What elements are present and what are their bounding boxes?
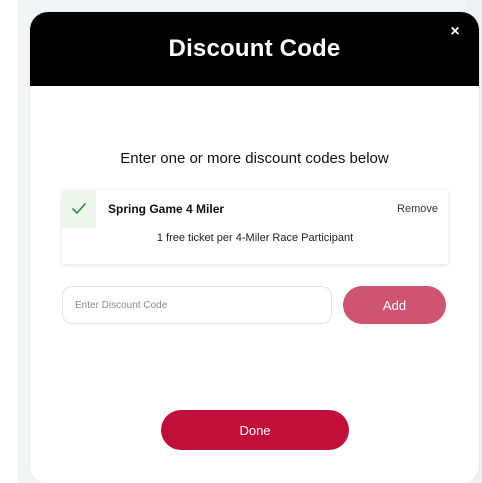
discount-code-input[interactable] (62, 286, 332, 324)
check-icon (62, 190, 96, 228)
modal-header: Discount Code × (30, 12, 479, 86)
close-icon[interactable]: × (447, 24, 463, 40)
applied-code-card: Spring Game 4 Miler Remove 1 free ticket… (62, 190, 448, 264)
discount-code-modal: Discount Code × Enter one or more discou… (30, 12, 479, 483)
modal-title: Discount Code (168, 35, 341, 62)
background-left-strip (0, 0, 18, 483)
done-button[interactable]: Done (161, 410, 349, 450)
applied-code-row: Spring Game 4 Miler Remove (62, 190, 448, 228)
check-icon-svg (72, 203, 86, 214)
applied-code-name: Spring Game 4 Miler (108, 202, 225, 216)
applied-code-description: 1 free ticket per 4-Miler Race Participa… (156, 232, 354, 244)
modal-subtitle: Enter one or more discount codes below (120, 150, 389, 167)
add-code-button[interactable]: Add (343, 286, 446, 324)
remove-code-link[interactable]: Remove (397, 203, 438, 215)
